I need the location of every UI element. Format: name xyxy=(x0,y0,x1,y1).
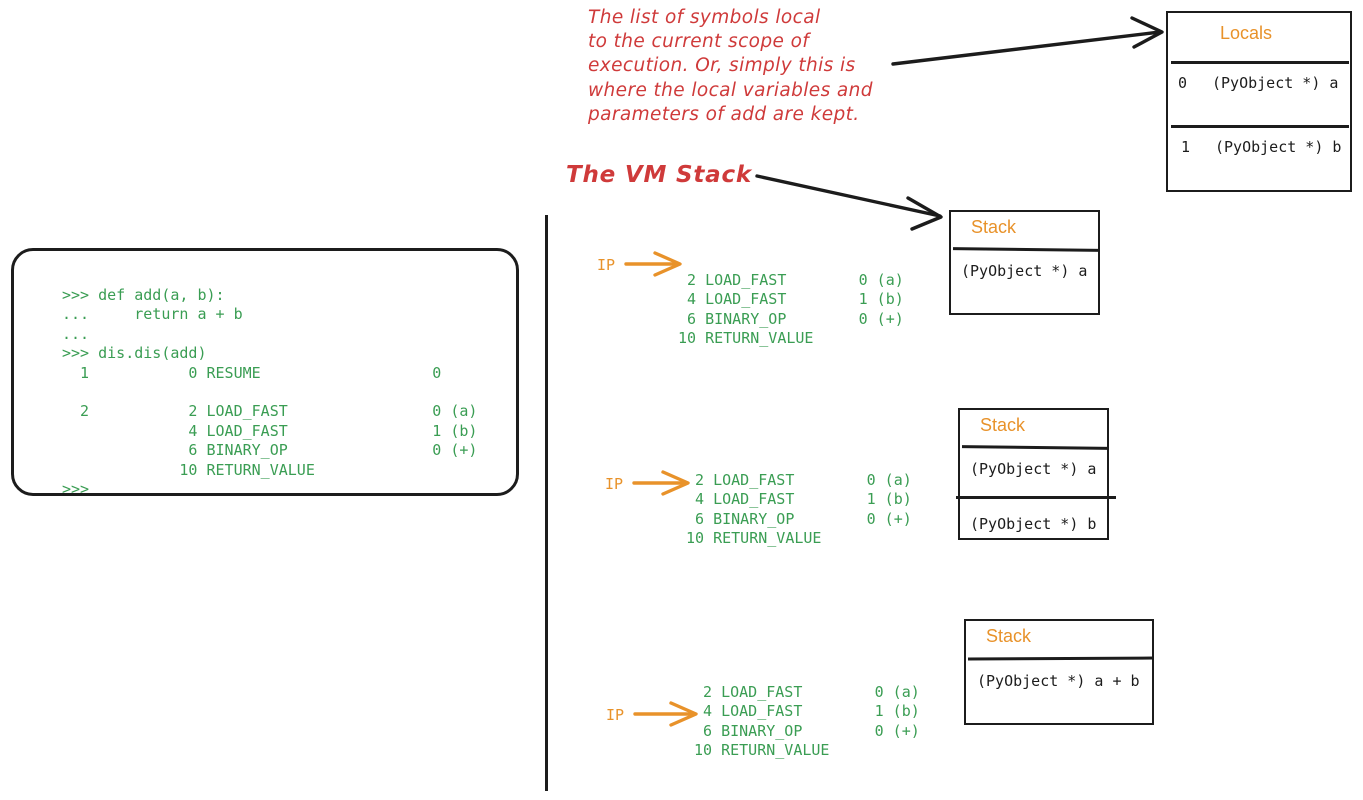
vm-stack-annotation-label: The VM Stack xyxy=(566,162,752,188)
ip-label-frame-1: IP xyxy=(597,256,616,274)
arrow-to-locals-box xyxy=(891,16,1164,66)
stack-box-title: Stack xyxy=(986,626,1032,646)
bytecode-listing-frame-3: 2 LOAD_FAST 0 (a) 4 LOAD_FAST 1 (b) 6 BI… xyxy=(694,683,920,760)
locals-divider-top xyxy=(1171,61,1349,64)
stack-box-title: Stack xyxy=(971,217,1017,237)
locals-annotation-text: The list of symbols local to the current… xyxy=(588,7,873,125)
ip-label-frame-2: IP xyxy=(605,475,624,493)
stack-cell: (PyObject *) a xyxy=(970,460,1097,478)
locals-row-index: 0 xyxy=(1178,74,1188,92)
repl-code-text: >>> def add(a, b): ... return a + b ... … xyxy=(62,286,478,499)
ip-arrow-frame-1 xyxy=(624,251,682,277)
arrow-to-stack-box xyxy=(755,174,943,231)
stack-cell: (PyObject *) a + b xyxy=(977,672,1140,690)
bytecode-listing-frame-2: 2 LOAD_FAST 0 (a) 4 LOAD_FAST 1 (b) 6 BI… xyxy=(686,471,912,548)
stack-divider xyxy=(952,247,1101,252)
ip-arrow-frame-3 xyxy=(633,701,698,727)
locals-box: Locals 0 (PyObject *) a 1 (PyObject *) b xyxy=(1166,11,1352,192)
section-divider xyxy=(545,215,548,791)
locals-box-title: Locals xyxy=(1220,23,1273,43)
stack-divider xyxy=(956,496,1116,499)
stack-box-frame-2: Stack (PyObject *) a (PyObject *) b xyxy=(956,408,1116,540)
stack-box-frame-1: Stack (PyObject *) a xyxy=(949,210,1101,315)
stack-cell: (PyObject *) a xyxy=(961,262,1088,280)
stack-divider xyxy=(961,445,1110,450)
locals-divider-middle xyxy=(1171,125,1349,128)
stack-cell: (PyObject *) b xyxy=(970,515,1097,533)
stack-box-title: Stack xyxy=(980,415,1026,435)
stack-box-frame-3: Stack (PyObject *) a + b xyxy=(964,619,1155,725)
bytecode-listing-frame-1: 2 LOAD_FAST 0 (a) 4 LOAD_FAST 1 (b) 6 BI… xyxy=(678,271,904,348)
ip-arrow-frame-2 xyxy=(632,470,690,496)
repl-terminal-box: >>> def add(a, b): ... return a + b ... … xyxy=(11,248,519,499)
ip-label-frame-3: IP xyxy=(606,706,625,724)
stack-divider xyxy=(967,656,1155,660)
locals-row-value: (PyObject *) a xyxy=(1212,74,1339,92)
locals-row-index: 1 xyxy=(1181,138,1191,156)
locals-row-value: (PyObject *) b xyxy=(1215,138,1342,156)
